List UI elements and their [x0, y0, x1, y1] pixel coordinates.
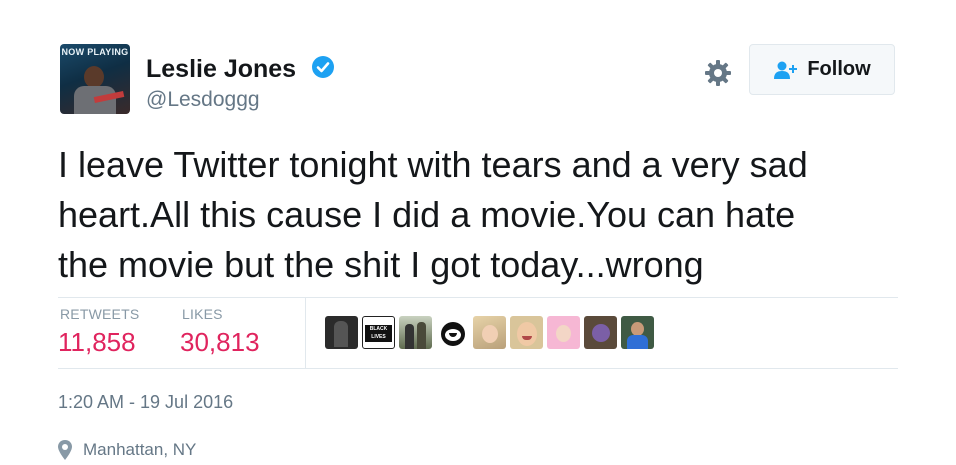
- smiling-woman-avatar[interactable]: [510, 316, 543, 349]
- black-lives-matter-avatar[interactable]: BLACK LIVES MATTER: [362, 316, 395, 349]
- blm-text: BLACK LIVES MATTER: [365, 325, 392, 348]
- divider: [58, 297, 898, 298]
- liker-avatars: BLACK LIVES MATTER: [325, 316, 654, 349]
- tweet-location[interactable]: Manhattan, NY: [83, 440, 196, 460]
- man-blue-shirt-avatar[interactable]: [621, 316, 654, 349]
- follow-button[interactable]: Follow: [749, 44, 895, 95]
- author-avatar[interactable]: NOW PLAYING: [60, 44, 130, 114]
- stats-divider: [305, 298, 306, 368]
- gear-icon[interactable]: [704, 59, 732, 87]
- location-pin-icon: [58, 440, 72, 460]
- couple-photo-avatar[interactable]: [399, 316, 432, 349]
- add-user-icon: [774, 61, 798, 79]
- group-photo-avatar[interactable]: [325, 316, 358, 349]
- felix-cat-avatar[interactable]: [436, 316, 469, 349]
- author-handle[interactable]: @Lesdoggg: [146, 88, 260, 112]
- pink-hair-avatar[interactable]: [547, 316, 580, 349]
- retweets-count[interactable]: 11,858: [58, 327, 136, 358]
- cartoon-avatar[interactable]: [584, 316, 617, 349]
- retweets-label[interactable]: RETWEETS: [60, 306, 139, 322]
- tweet-timestamp[interactable]: 1:20 AM - 19 Jul 2016: [58, 392, 233, 413]
- likes-count[interactable]: 30,813: [180, 327, 260, 358]
- author-name[interactable]: Leslie Jones: [146, 55, 296, 84]
- divider: [58, 368, 898, 369]
- follow-label: Follow: [807, 58, 871, 80]
- avatar-caption: NOW PLAYING: [61, 47, 129, 57]
- likes-label[interactable]: LIKES: [182, 306, 223, 322]
- verified-badge-icon: [312, 56, 334, 78]
- tweet-text: I leave Twitter tonight with tears and a…: [58, 144, 808, 285]
- blonde-woman-avatar[interactable]: [473, 316, 506, 349]
